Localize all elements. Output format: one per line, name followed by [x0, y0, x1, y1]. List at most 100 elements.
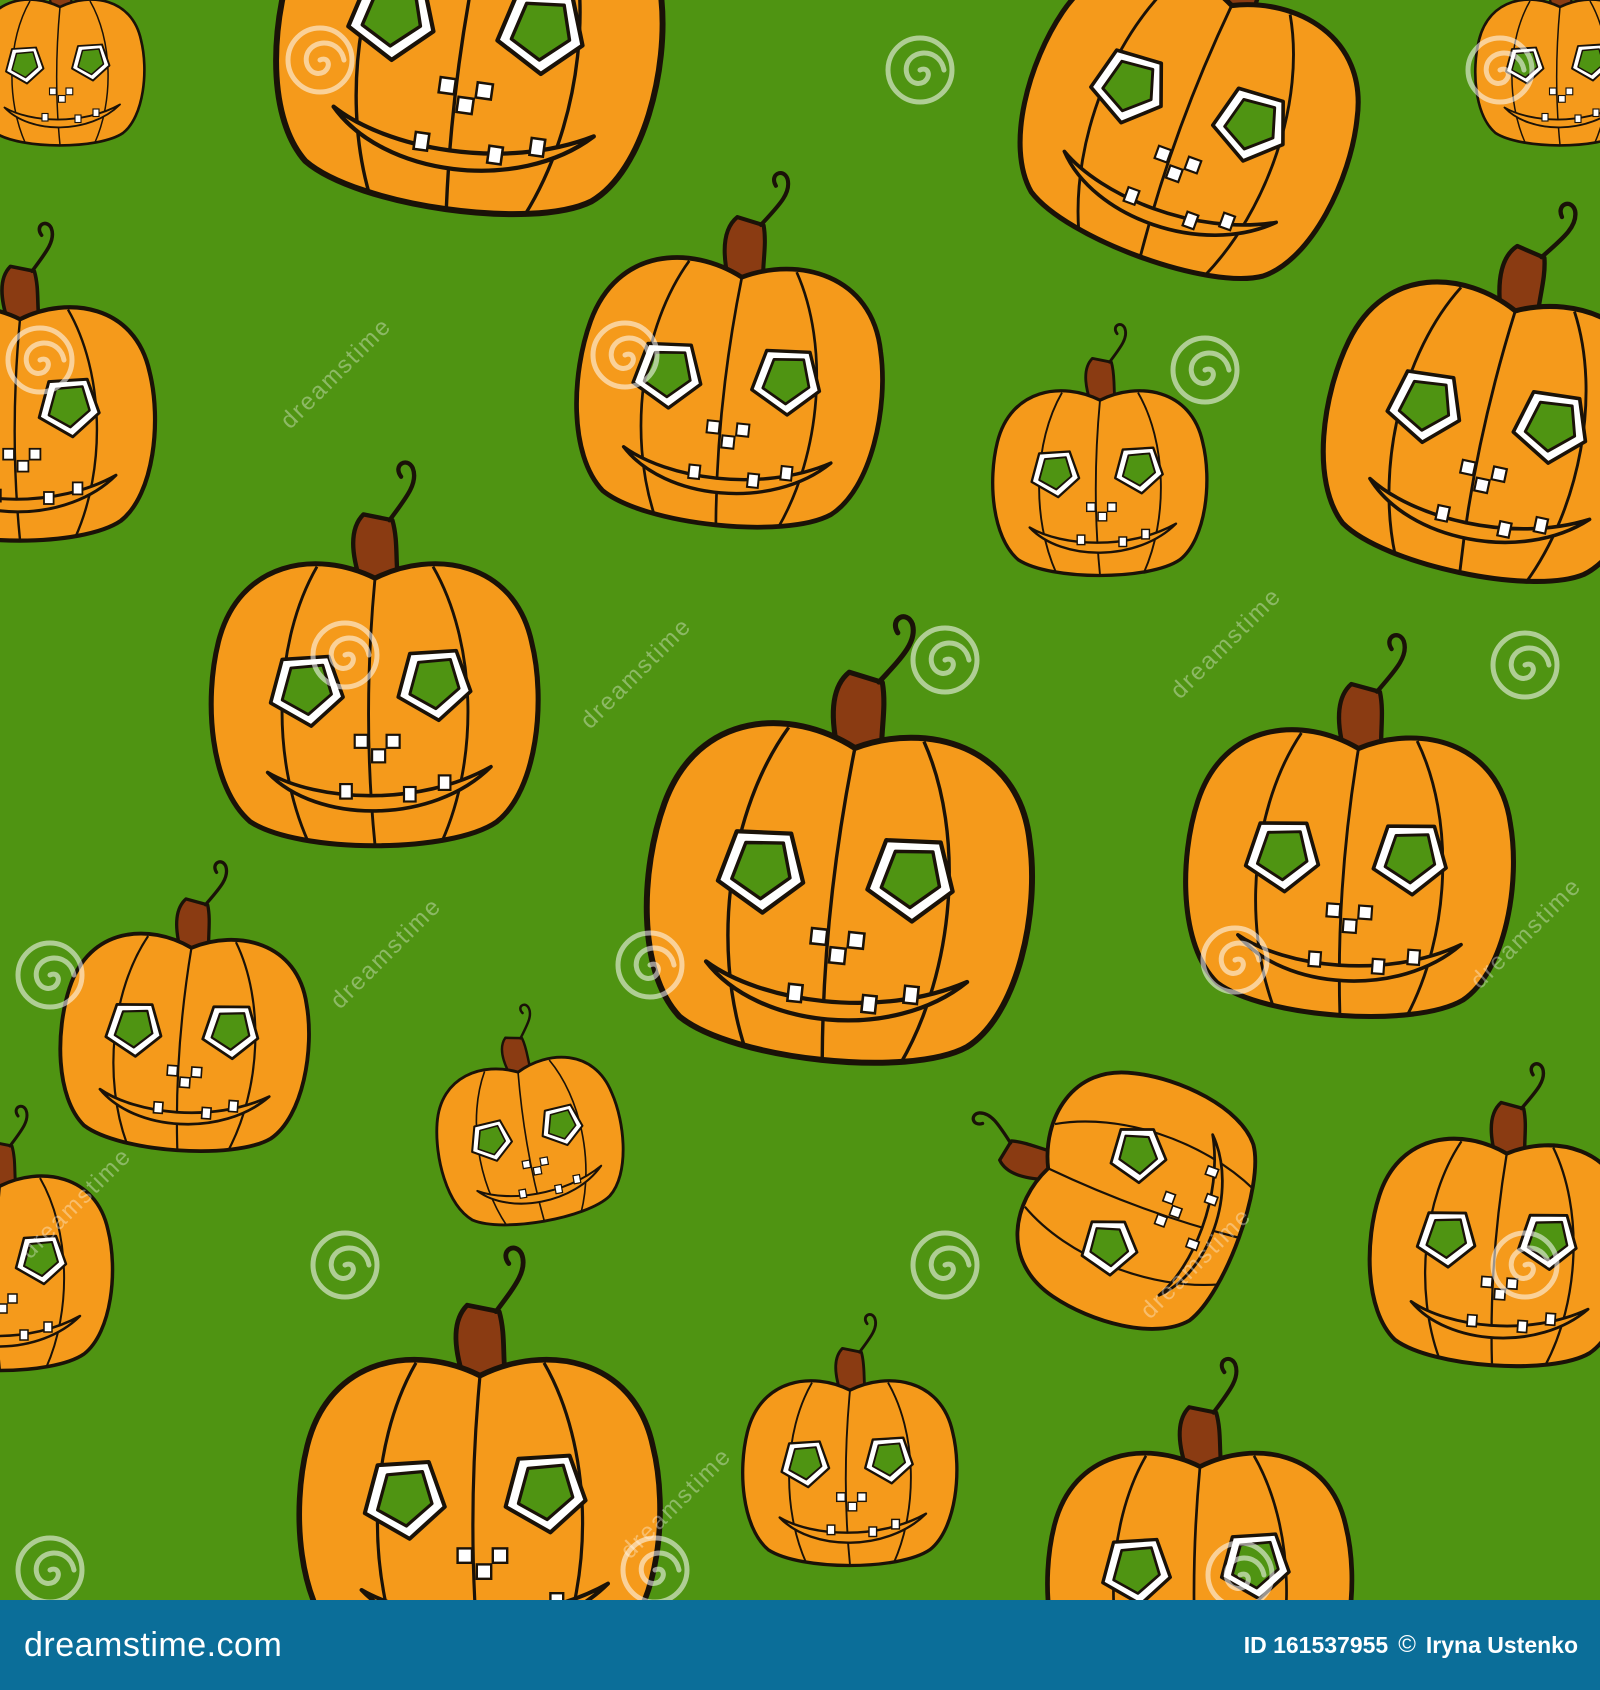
tooth-icon	[92, 108, 100, 118]
nose-notch	[1557, 94, 1566, 103]
tooth-icon	[1544, 1312, 1557, 1327]
image-id: ID 161537955	[1243, 1631, 1389, 1658]
tooth-icon	[402, 785, 417, 803]
pumpkin-body	[643, 720, 1035, 1066]
nose-notch	[1085, 502, 1096, 513]
nose-notch	[491, 1547, 509, 1565]
nose-notch	[437, 75, 458, 96]
nose-notch	[1183, 155, 1203, 175]
footer-bar: dreamstime .com ID 161537955 © Iryna Uste…	[0, 1600, 1600, 1690]
brand-name: dreamstime	[24, 1625, 207, 1664]
nose-notch	[1548, 87, 1557, 96]
pumpkin-instance	[1474, 0, 1600, 147]
nose-notch	[1161, 1190, 1177, 1206]
tooth-icon	[43, 491, 55, 505]
tooth-icon	[200, 1106, 213, 1120]
nose-notch	[1153, 1213, 1169, 1228]
tooth-icon	[339, 783, 353, 800]
tooth-icon	[785, 982, 805, 1004]
nose-notch	[539, 1156, 550, 1167]
brand-tld: .com	[206, 1625, 283, 1664]
nose-notch	[1168, 1204, 1184, 1220]
tooth-icon	[1516, 1319, 1529, 1334]
nose-notch	[809, 926, 829, 947]
nose-notch	[1106, 502, 1117, 513]
copyright-symbol: ©	[1398, 1631, 1416, 1658]
tooth-icon	[1532, 515, 1550, 535]
nose-notch	[7, 1293, 18, 1304]
tooth-icon	[1118, 536, 1128, 548]
tooth-icon	[553, 1183, 564, 1195]
nose-notch	[190, 1066, 203, 1079]
pumpkin-instance	[0, 0, 146, 147]
nose-notch	[371, 748, 387, 764]
tooth-icon	[1141, 528, 1151, 540]
nose-notch	[1325, 902, 1342, 919]
nose-notch	[532, 1165, 543, 1176]
nose-notch	[455, 95, 476, 116]
nose-notch	[1480, 1275, 1494, 1289]
nose-notch	[705, 419, 722, 435]
tooth-icon	[71, 481, 84, 496]
nose-notch	[1097, 511, 1108, 522]
tooth-icon	[227, 1099, 239, 1113]
nose-notch	[521, 1159, 532, 1170]
tooth-icon	[1076, 534, 1086, 546]
tooth-icon	[1370, 957, 1386, 976]
tooth-icon	[1406, 948, 1422, 967]
nose-notch	[28, 447, 42, 461]
nose-notch	[1565, 87, 1574, 96]
nose-notch	[1472, 476, 1491, 495]
tooth-icon	[1495, 519, 1513, 540]
tooth-icon	[572, 1173, 582, 1185]
nose-notch	[0, 1303, 8, 1314]
pumpkin-icon	[0, 0, 146, 147]
tooth-icon	[485, 144, 505, 166]
pumpkin-pattern: dreamstimedreamstime dreamstimedreamstime…	[0, 0, 1600, 1600]
tooth-icon	[152, 1100, 164, 1115]
nose-notch	[846, 930, 866, 951]
tooth-icon	[1466, 1313, 1478, 1328]
tooth-icon	[745, 472, 761, 490]
tooth-icon	[437, 774, 452, 791]
tooth-icon	[19, 1329, 29, 1341]
nose-notch	[1153, 144, 1173, 164]
nose-notch	[456, 1547, 474, 1565]
nose-notch	[65, 87, 74, 96]
tooth-icon	[74, 114, 82, 124]
tooth-icon	[41, 112, 49, 122]
tooth-icon	[43, 1321, 53, 1333]
tooth-icon	[527, 136, 547, 159]
nose-notch	[16, 459, 30, 473]
nose-notch	[178, 1076, 191, 1089]
nose-notch	[847, 1501, 858, 1512]
pumpkin-body	[574, 255, 885, 530]
nose-notch	[1164, 163, 1185, 184]
brand-wordmark[interactable]: dreamstime .com	[24, 1626, 282, 1665]
tooth-icon	[1592, 108, 1600, 118]
nose-notch	[475, 1563, 493, 1581]
tooth-icon	[1434, 503, 1452, 523]
tooth-icon	[779, 464, 794, 482]
nose-notch	[1505, 1277, 1519, 1291]
nose-notch	[1357, 904, 1374, 921]
nose-notch	[1490, 465, 1509, 484]
image-credit: ID 161537955 © Iryna Ustenko	[1244, 1631, 1578, 1659]
tooth-icon	[412, 130, 431, 153]
tooth-icon	[687, 463, 702, 481]
nose-notch	[1341, 917, 1358, 935]
nose-notch	[734, 422, 751, 438]
nose-notch	[2, 447, 15, 461]
tooth-icon	[1574, 114, 1582, 124]
nose-notch	[166, 1064, 179, 1077]
tooth-icon	[1307, 950, 1323, 968]
tooth-icon	[891, 1518, 901, 1530]
nose-notch	[827, 945, 848, 966]
nose-notch	[835, 1492, 846, 1503]
tooth-icon	[1541, 112, 1549, 122]
nose-notch	[57, 94, 66, 103]
tooth-icon	[868, 1526, 878, 1538]
pumpkin-icon	[1474, 0, 1600, 147]
tooth-icon	[826, 1524, 836, 1536]
tooth-icon	[859, 993, 879, 1015]
